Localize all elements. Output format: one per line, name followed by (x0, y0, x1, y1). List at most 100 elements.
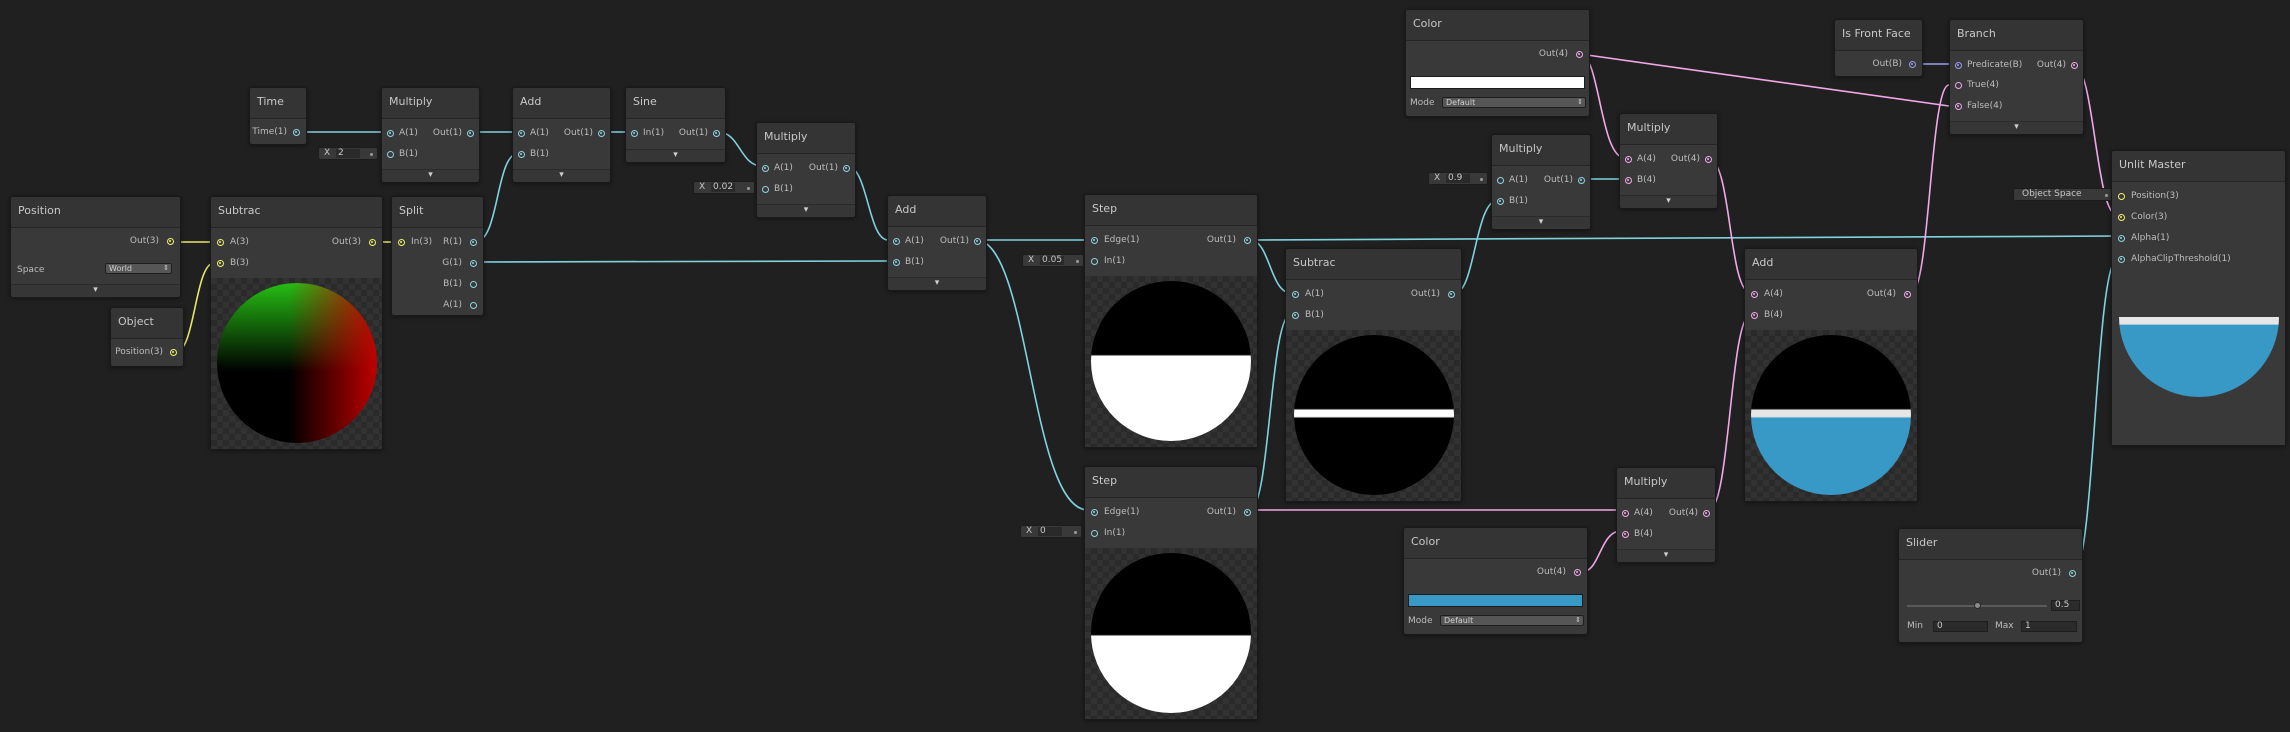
input-port-a[interactable] (1622, 510, 1629, 517)
split-node[interactable]: Split In(3) R(1) G(1) B(1) A(1) (391, 196, 484, 316)
multiply-a-input[interactable]: X 0.9 (1428, 172, 1488, 185)
slider-thumb[interactable] (1974, 602, 1981, 609)
value-field[interactable]: 0.02 (711, 183, 735, 192)
output-port[interactable] (713, 130, 720, 137)
input-port-edge[interactable] (1091, 509, 1098, 516)
step-in-input[interactable]: X 0.05 (1022, 254, 1084, 267)
input-port-predicate[interactable] (1955, 62, 1962, 69)
multiply-node[interactable]: Multiply A(1) B(1) Out(1) ▾ (1491, 134, 1591, 230)
max-field[interactable]: 1 (2021, 621, 2077, 632)
output-port[interactable] (1448, 291, 1455, 298)
output-port[interactable] (1904, 291, 1911, 298)
output-port-a[interactable] (470, 302, 477, 309)
time-node[interactable]: Time Time(1) (249, 87, 307, 145)
color-node[interactable]: Color Out(4) Mode Default (1403, 527, 1588, 635)
unlit-master-node[interactable]: Unlit Master Position(3) Color(3) Alpha(… (2111, 150, 2286, 446)
sine-node[interactable]: Sine In(1) Out(1) ▾ (625, 87, 726, 163)
chevron-down-icon[interactable]: ▾ (1666, 196, 1671, 207)
multiply-node[interactable]: Multiply A(4) B(4) Out(4) ▾ (1616, 467, 1716, 563)
step-in-input[interactable]: X0 (1020, 525, 1082, 538)
color-swatch[interactable] (1408, 594, 1583, 607)
chevron-down-icon[interactable]: ▾ (93, 285, 98, 296)
color-swatch[interactable] (1410, 76, 1585, 89)
chevron-down-icon[interactable]: ▾ (1539, 217, 1544, 228)
output-port[interactable] (167, 238, 174, 245)
chevron-down-icon[interactable]: ▾ (428, 170, 433, 181)
value-field[interactable]: 0.9 (1446, 174, 1470, 183)
slider-node[interactable]: Slider Out(1) 0.5 Min 0 Max 1 (1898, 528, 2083, 643)
output-port[interactable] (1244, 237, 1251, 244)
input-port-in[interactable] (398, 239, 405, 246)
input-port-alpha-clip[interactable] (2118, 256, 2125, 263)
output-port[interactable] (1703, 510, 1710, 517)
mode-dropdown[interactable]: Default (1440, 615, 1584, 626)
output-port[interactable] (467, 130, 474, 137)
input-port-b[interactable] (518, 151, 525, 158)
input-port-a[interactable] (1292, 291, 1299, 298)
position-space-input[interactable]: Object Space (2013, 188, 2113, 201)
input-port-b[interactable] (387, 151, 394, 158)
input-port-in[interactable] (631, 130, 638, 137)
input-port-a[interactable] (1751, 291, 1758, 298)
multiply-node[interactable]: Multiply A(1) B(1) Out(1) ▾ (381, 87, 480, 183)
multiply-b-input[interactable]: X2 (318, 147, 378, 160)
input-port-b[interactable] (1622, 531, 1629, 538)
input-port-position[interactable] (2118, 193, 2125, 200)
mode-dropdown[interactable]: Default (1442, 97, 1586, 108)
input-port-a[interactable] (217, 239, 224, 246)
input-port-b[interactable] (762, 186, 769, 193)
input-port-b[interactable] (1625, 177, 1632, 184)
input-port-a[interactable] (518, 130, 525, 137)
chevron-down-icon[interactable]: ▾ (559, 170, 564, 181)
value-field[interactable]: 0 (1038, 527, 1062, 536)
input-port-a[interactable] (1625, 156, 1632, 163)
value-field[interactable]: 2 (336, 149, 360, 158)
output-port[interactable] (598, 130, 605, 137)
object-node[interactable]: Object Position(3) (110, 307, 184, 367)
output-port[interactable] (974, 238, 981, 245)
add-node[interactable]: Add A(1) B(1) Out(1) ▾ (887, 195, 987, 291)
output-port-b[interactable] (470, 281, 477, 288)
chevron-down-icon[interactable]: ▾ (935, 278, 940, 289)
input-port-b[interactable] (893, 259, 900, 266)
output-port[interactable] (2071, 62, 2078, 69)
add-node[interactable]: Add A(4) B(4) Out(4) (1744, 248, 1918, 502)
chevron-down-icon[interactable]: ▾ (673, 150, 678, 161)
input-port-a[interactable] (1497, 177, 1504, 184)
input-port-false[interactable] (1955, 103, 1962, 110)
multiply-node[interactable]: Multiply A(4) B(4) Out(4) ▾ (1619, 113, 1718, 209)
output-port[interactable] (293, 129, 300, 136)
space-dropdown[interactable]: World (105, 263, 172, 274)
input-port-a[interactable] (893, 238, 900, 245)
chevron-down-icon[interactable]: ▾ (804, 205, 809, 216)
input-port-edge[interactable] (1091, 237, 1098, 244)
chevron-down-icon[interactable]: ▾ (1664, 550, 1669, 561)
output-port[interactable] (369, 239, 376, 246)
input-port-b[interactable] (217, 260, 224, 267)
multiply-node[interactable]: Multiply A(1) B(1) Out(1) ▾ (756, 122, 856, 218)
input-port-a[interactable] (387, 130, 394, 137)
output-port[interactable] (1578, 177, 1585, 184)
input-port-alpha[interactable] (2118, 235, 2125, 242)
output-port[interactable] (843, 165, 850, 172)
value-field[interactable]: 0.05 (1040, 256, 1064, 265)
slider-track[interactable] (1907, 602, 2047, 609)
is-front-face-node[interactable]: Is Front Face Out(B) (1834, 19, 1923, 77)
min-field[interactable]: 0 (1933, 621, 1988, 632)
output-port[interactable] (1705, 156, 1712, 163)
output-port[interactable] (1576, 51, 1583, 58)
output-port[interactable] (1909, 61, 1916, 68)
chevron-down-icon[interactable]: ▾ (2014, 122, 2019, 133)
step-node[interactable]: Step Edge(1) In(1) Out(1) (1084, 194, 1258, 448)
output-port[interactable] (1244, 509, 1251, 516)
step-node[interactable]: Step Edge(1) In(1) Out(1) (1084, 466, 1258, 720)
subtract-node[interactable]: Subtrac A(1) B(1) Out(1) (1285, 248, 1462, 502)
input-port-a[interactable] (762, 165, 769, 172)
slider-value-field[interactable]: 0.5 (2051, 600, 2080, 611)
input-port-color[interactable] (2118, 214, 2125, 221)
color-node[interactable]: Color Out(4) Mode Default (1405, 9, 1590, 117)
space-value[interactable]: Object Space (2022, 189, 2082, 199)
input-port-b[interactable] (1497, 198, 1504, 205)
input-port-b[interactable] (1751, 312, 1758, 319)
input-port-true[interactable] (1955, 82, 1962, 89)
